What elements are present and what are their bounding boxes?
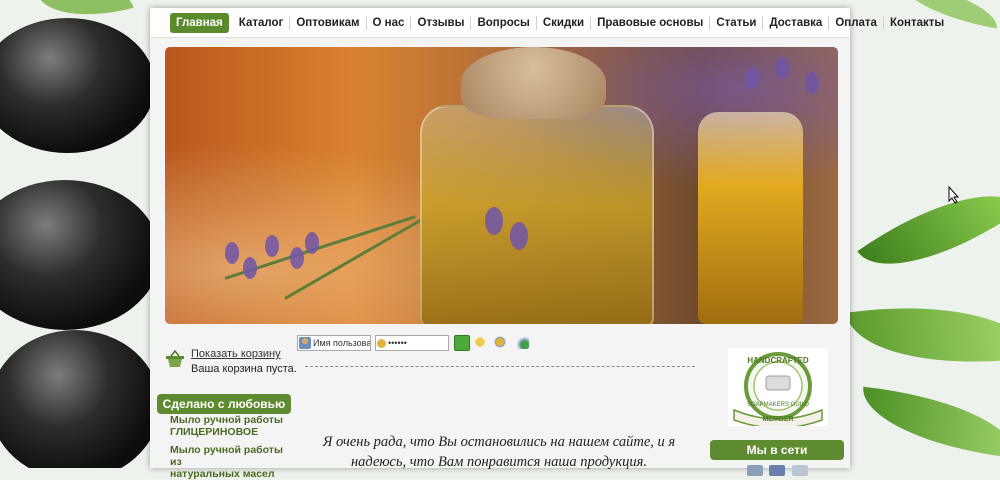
show-cart-link[interactable]: Показать корзину — [191, 348, 281, 360]
username-field[interactable]: Имя пользователя — [297, 335, 371, 351]
password-field[interactable]: •••••• — [375, 335, 449, 351]
page-container: Главная Каталог Оптовикам О нас Отзывы В… — [150, 8, 944, 480]
social-icon[interactable] — [791, 465, 808, 476]
svg-text:SOAPMAKERS GUILD: SOAPMAKERS GUILD — [747, 402, 810, 408]
cork-stopper — [461, 47, 606, 119]
nav-item-about[interactable]: О нас — [367, 15, 412, 30]
oil-bottle-small — [698, 112, 803, 324]
stone-top — [0, 18, 155, 153]
login-submit-button[interactable] — [454, 335, 470, 351]
leaf-right-2 — [846, 287, 1000, 383]
sidebar-link-natural-oil-soap[interactable]: Мыло ручной работы из натуральных масел — [170, 444, 290, 480]
social-icon[interactable] — [747, 465, 763, 476]
nav-item-delivery[interactable]: Доставка — [763, 15, 830, 30]
welcome-message: Я очень рада, что Вы остановились на наш… — [322, 434, 676, 470]
divider — [305, 366, 695, 367]
social-heading: Мы в сети — [710, 440, 844, 460]
nav-item-catalog[interactable]: Каталог — [233, 15, 291, 30]
oil-bottle-large — [420, 105, 654, 324]
hero-banner-image — [165, 47, 838, 324]
social-icons-row — [747, 465, 811, 479]
nav-item-home[interactable]: Главная — [170, 12, 229, 33]
nav-item-discounts[interactable]: Скидки — [537, 15, 592, 30]
nav-item-legal[interactable]: Правовые основы — [591, 15, 711, 30]
leaf-right-3 — [857, 386, 1000, 459]
user-icon — [299, 337, 311, 350]
social-icon[interactable] — [769, 465, 786, 476]
forgot-password-icon[interactable] — [473, 335, 487, 349]
nav-item-payment[interactable]: Оплата — [829, 15, 884, 30]
stone-middle — [0, 180, 160, 330]
basket-icon — [166, 350, 184, 367]
key-icon — [377, 338, 386, 348]
forgot-username-icon[interactable] — [493, 335, 507, 349]
sidebar-heading: Сделано с любовью — [157, 394, 291, 414]
soapmakers-guild-badge: HANDCRAFTED SOAPMAKERS GUILD MEMBER — [728, 348, 828, 429]
stone-bottom — [0, 330, 160, 468]
register-icon[interactable] — [515, 335, 529, 349]
cart-status: Ваша корзина пуста. — [191, 363, 297, 375]
nav-item-reviews[interactable]: Отзывы — [411, 15, 472, 30]
nav-item-articles[interactable]: Статьи — [710, 15, 764, 30]
nav-item-questions[interactable]: Вопросы — [471, 15, 537, 30]
top-navigation: Главная Каталог Оптовикам О нас Отзывы В… — [150, 8, 944, 38]
sidebar-link-glycerin-soap[interactable]: Мыло ручной работы ГЛИЦЕРИНОВОЕ — [170, 414, 290, 438]
mouse-cursor-icon — [948, 186, 960, 204]
nav-item-wholesale[interactable]: Оптовикам — [290, 15, 367, 30]
svg-text:MEMBER: MEMBER — [762, 416, 793, 423]
leaf-right-1 — [857, 159, 1000, 301]
svg-text:HANDCRAFTED: HANDCRAFTED — [747, 356, 809, 365]
guild-logo-icon: HANDCRAFTED SOAPMAKERS GUILD MEMBER — [733, 352, 823, 429]
nav-item-contacts[interactable]: Контакты — [884, 16, 950, 30]
